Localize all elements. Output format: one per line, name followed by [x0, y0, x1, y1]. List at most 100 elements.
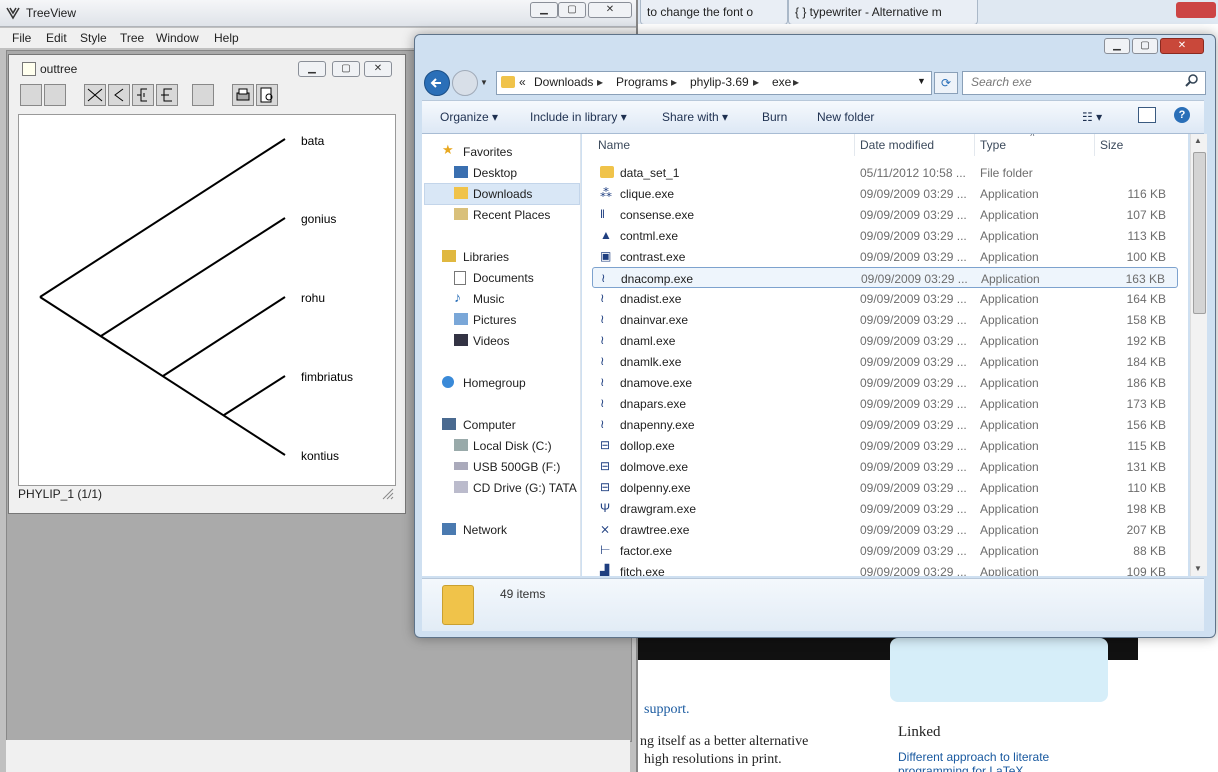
nav-desktop[interactable]: Desktop	[473, 166, 517, 180]
menu-help[interactable]: Help	[214, 31, 239, 45]
burn-button[interactable]: Burn	[762, 110, 787, 124]
treeview-titlebar[interactable]: TreeView ▁ ▢ ✕	[0, 0, 636, 27]
column-header-type[interactable]: Type	[980, 138, 1006, 152]
include-in-library-button[interactable]: Include in library ▾	[530, 110, 627, 124]
resize-grip-icon[interactable]	[382, 488, 394, 500]
print-icon[interactable]	[232, 84, 254, 106]
scroll-up-icon[interactable]: ▲	[1194, 136, 1202, 145]
explorer-maximize-button[interactable]: ▢	[1132, 38, 1158, 54]
share-with-button[interactable]: Share with ▾	[662, 110, 728, 124]
nav-libraries[interactable]: Libraries	[463, 250, 509, 264]
nav-computer[interactable]: Computer	[463, 418, 516, 432]
refresh-icon[interactable]: ⟳	[934, 72, 958, 94]
nav-videos[interactable]: Videos	[473, 334, 509, 348]
tree-style-rectangular-button[interactable]	[44, 84, 66, 106]
file-row[interactable]: ≀ dnadist.exe 09/09/2009 03:29 ... Applicat…	[592, 288, 1178, 309]
tree-style-slanted-button[interactable]	[20, 84, 42, 106]
breadcrumb-phylip[interactable]: phylip-3.69	[690, 75, 749, 89]
nav-favorites[interactable]: Favorites	[463, 145, 512, 159]
nav-recent-places[interactable]: Recent Places	[473, 208, 550, 222]
view-options-icon[interactable]: ☷ ▾	[1082, 110, 1102, 124]
file-row[interactable]: ≀ dnaml.exe 09/09/2009 03:29 ... Applicatio…	[592, 330, 1178, 351]
outtree-maximize-button[interactable]: ▢	[332, 61, 360, 77]
column-header-size[interactable]: Size	[1100, 138, 1123, 152]
search-input[interactable]: Search exe	[962, 71, 1206, 95]
file-row[interactable]: ▟ fitch.exe 09/09/2009 03:29 ... Applicatio…	[592, 561, 1178, 576]
file-row[interactable]: ⨯ drawtree.exe 09/09/2009 03:29 ... Applica…	[592, 519, 1178, 540]
file-row[interactable]: data_set_1 05/11/2012 10:58 ... File folde…	[592, 162, 1178, 183]
file-row[interactable]: ‖ consense.exe 09/09/2009 03:29 ... Applica…	[592, 204, 1178, 225]
file-row[interactable]: Ψdrawgram.exe 09/09/2009 03:29 ... Applica…	[592, 498, 1178, 519]
treeview-minimize-button[interactable]: ▁	[530, 2, 558, 18]
outtree-close-button[interactable]: ✕	[364, 61, 392, 77]
nav-usb-drive[interactable]: USB 500GB (F:)	[473, 460, 560, 474]
outtree-titlebar[interactable]: outtree ▁ ▢ ✕	[12, 58, 400, 80]
back-arrow-icon[interactable]	[424, 70, 450, 96]
preview-pane-icon[interactable]	[1138, 107, 1156, 123]
page-link-latex[interactable]: programming for LaTeX	[898, 764, 1023, 772]
file-row[interactable]: ▲ contml.exe 09/09/2009 03:29 ... Applicati…	[592, 225, 1178, 246]
file-row[interactable]: ≀ dnapars.exe 09/09/2009 03:29 ... Applicat…	[592, 393, 1178, 414]
treeview-close-button[interactable]: ✕	[588, 2, 632, 18]
page-link-literate[interactable]: Different approach to literate	[898, 750, 1049, 764]
address-bar[interactable]: « Downloads ▸ Programs ▸ phylip-3.69 ▸ e…	[496, 71, 932, 95]
cladogram-icon[interactable]	[84, 84, 106, 106]
file-row[interactable]: ≀ dnamlk.exe 09/09/2009 03:29 ... Applicati…	[592, 351, 1178, 372]
nav-downloads[interactable]: Downloads	[473, 187, 532, 201]
scroll-down-icon[interactable]: ▼	[1194, 564, 1202, 573]
explorer-close-button[interactable]: ✕	[1160, 38, 1204, 54]
breadcrumb-separator-icon[interactable]: ▸	[793, 75, 799, 89]
browser-tab-typewriter[interactable]: { } typewriter - Alternative m	[788, 0, 978, 25]
menu-tree[interactable]: Tree	[120, 31, 144, 45]
menu-edit[interactable]: Edit	[46, 31, 67, 45]
nav-cd-drive[interactable]: CD Drive (G:) TATA I	[473, 481, 578, 495]
new-folder-button[interactable]: New folder	[817, 110, 874, 124]
file-row[interactable]: ⊟ dolpenny.exe 09/09/2009 03:29 ... Applica…	[592, 477, 1178, 498]
column-header-date[interactable]: Date modified	[860, 138, 934, 152]
breadcrumb-separator-icon[interactable]: ▸	[671, 75, 677, 89]
nav-homegroup[interactable]: Homegroup	[463, 376, 526, 390]
file-row[interactable]: ▣ contrast.exe 09/09/2009 03:29 ... Applica…	[592, 246, 1178, 267]
breadcrumb-separator-icon[interactable]: ▸	[597, 75, 603, 89]
breadcrumb-downloads[interactable]: Downloads	[534, 75, 593, 89]
menu-window[interactable]: Window	[156, 31, 199, 45]
outtree-minimize-button[interactable]: ▁	[298, 61, 326, 77]
scrollbar-thumb[interactable]	[1193, 152, 1206, 314]
file-row[interactable]: ≀ dnapenny.exe 09/09/2009 03:29 ... Applica…	[592, 414, 1178, 435]
file-row[interactable]: ≀ dnacomp.exe 09/09/2009 03:29 ... Applicat…	[592, 267, 1178, 288]
address-dropdown-icon[interactable]: ▼	[917, 76, 926, 86]
help-icon[interactable]: ?	[1174, 107, 1190, 123]
print-preview-icon[interactable]	[256, 84, 278, 106]
breadcrumb-overflow[interactable]: «	[519, 75, 526, 89]
menu-file[interactable]: File	[12, 31, 31, 45]
breadcrumb-programs[interactable]: Programs	[616, 75, 668, 89]
file-list-scrollbar[interactable]: ▲ ▼	[1190, 134, 1207, 576]
nav-network[interactable]: Network	[463, 523, 507, 537]
recent-pages-chevron-icon[interactable]: ▼	[480, 78, 488, 87]
file-row[interactable]: ⊟ dollop.exe 09/09/2009 03:29 ... Applicati…	[592, 435, 1178, 456]
phylogram-icon[interactable]	[156, 84, 178, 106]
file-row[interactable]: ⊟ dolmove.exe 09/09/2009 03:29 ... Applicat…	[592, 456, 1178, 477]
nav-local-disk[interactable]: Local Disk (C:)	[473, 439, 552, 453]
file-row[interactable]: ⊢ factor.exe 09/09/2009 03:29 ... Applicati…	[592, 540, 1178, 561]
nav-documents[interactable]: Documents	[473, 271, 534, 285]
nav-music[interactable]: Music	[473, 292, 504, 306]
file-row[interactable]: ⁂ clique.exe 09/09/2009 03:29 ... Applicati…	[592, 183, 1178, 204]
column-header-name[interactable]: Name	[598, 138, 630, 152]
browser-close-button[interactable]	[1176, 2, 1216, 18]
zoom-button[interactable]	[192, 84, 214, 106]
breadcrumb-separator-icon[interactable]: ▸	[753, 75, 759, 89]
file-row[interactable]: ≀ dnainvar.exe 09/09/2009 03:29 ... Applica…	[592, 309, 1178, 330]
page-link-support[interactable]: support.	[644, 702, 690, 718]
browser-tab-font[interactable]: to change the font o	[640, 0, 788, 25]
slanted-tree-icon[interactable]	[108, 84, 130, 106]
nav-pictures[interactable]: Pictures	[473, 313, 516, 327]
explorer-minimize-button[interactable]: ▁	[1104, 38, 1130, 54]
rectangular-tree-icon[interactable]	[132, 84, 154, 106]
search-icon[interactable]	[1185, 74, 1199, 88]
forward-arrow-icon[interactable]	[452, 70, 478, 96]
menu-style[interactable]: Style	[80, 31, 107, 45]
file-row[interactable]: ≀ dnamove.exe 09/09/2009 03:29 ... Applicat…	[592, 372, 1178, 393]
breadcrumb-exe[interactable]: exe	[772, 75, 791, 89]
organize-button[interactable]: Organize ▾	[440, 110, 498, 124]
